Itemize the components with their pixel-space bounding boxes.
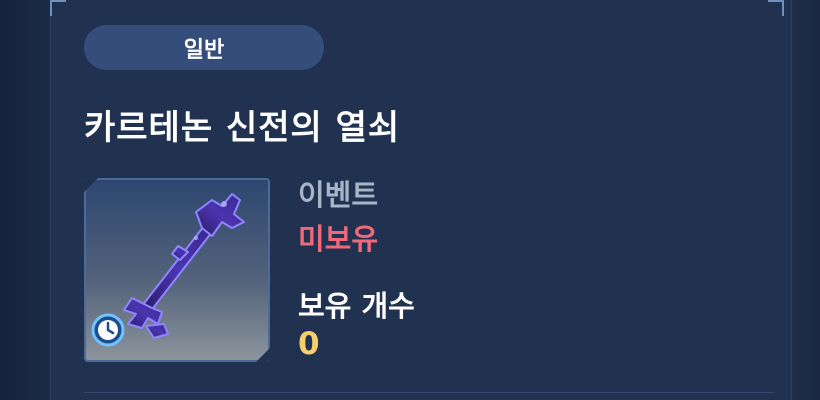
item-grade-badge: 일반: [84, 25, 324, 70]
clock-icon: [91, 313, 125, 347]
item-name: 카르테논 신전의 열쇠: [84, 108, 401, 148]
owned-count-value: 0: [298, 326, 320, 362]
item-grade-label: 일반: [183, 37, 225, 63]
frame-corner-cut: [256, 348, 270, 362]
panel-corner-decoration: [768, 0, 784, 16]
background-left: [0, 0, 50, 400]
divider: [84, 392, 774, 393]
frame-corner-cut: [84, 178, 98, 192]
item-icon-frame: [84, 178, 270, 362]
owned-status-label: 미보유: [298, 222, 379, 256]
item-source-label: 이벤트: [298, 178, 379, 212]
background-right: [790, 0, 820, 400]
owned-count-label: 보유 개수: [298, 289, 415, 323]
panel-corner-decoration: [50, 0, 66, 16]
